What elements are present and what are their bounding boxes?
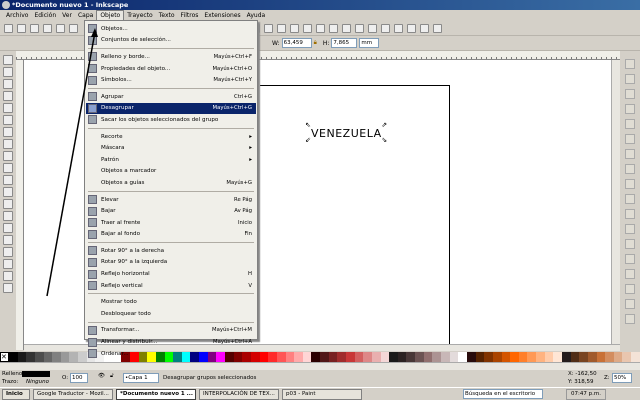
annotation-arrowhead bbox=[91, 28, 98, 37]
annotation-arrow bbox=[46, 28, 98, 297]
annotation-line bbox=[46, 31, 96, 297]
